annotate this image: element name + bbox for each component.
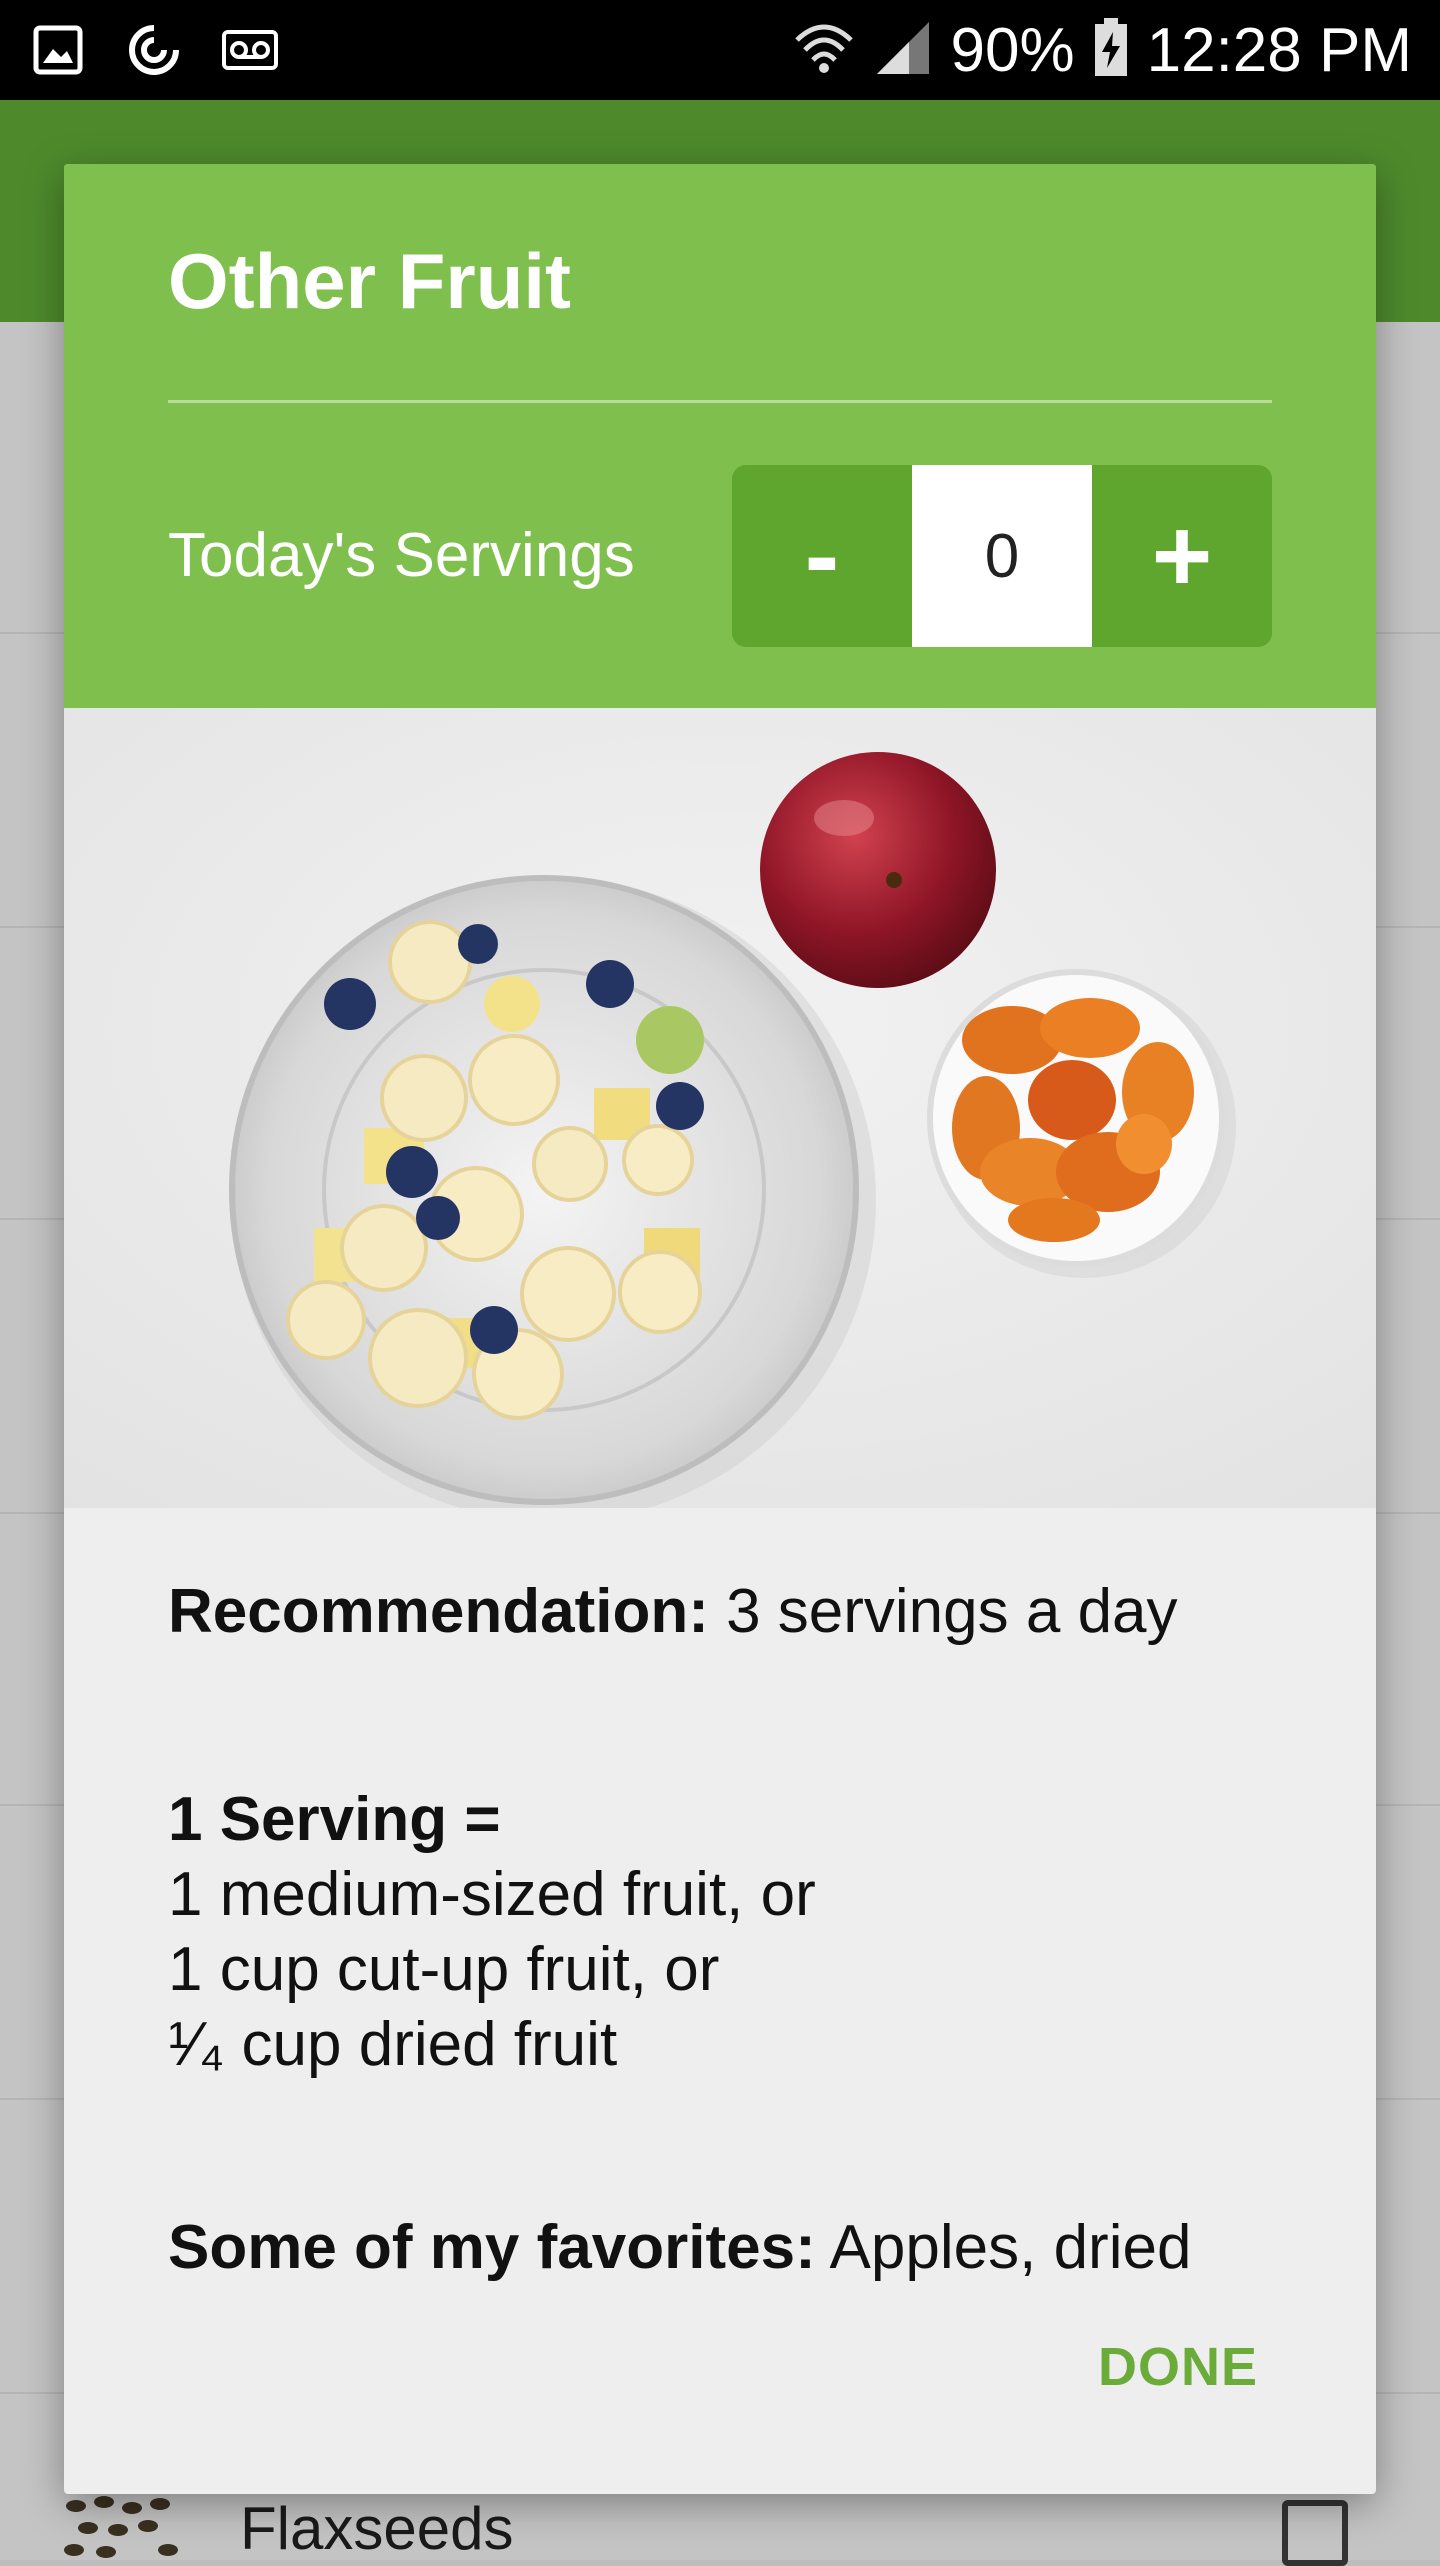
done-button[interactable]: DONE [1098,2336,1258,2398]
dialog-header: Other Fruit Today's Servings - 0 + [64,164,1376,708]
serving-heading: 1 Serving = [168,1785,501,1854]
increment-button[interactable]: + [1092,465,1272,647]
favorites-value: Apples, dried [815,2213,1192,2282]
list-item-label: Flaxseeds [240,2495,514,2562]
voicemail-icon [222,22,278,78]
gallery-icon [30,22,86,78]
battery-percent: 90% [950,15,1075,85]
serving-line: 1 cup cut-up fruit, or [168,1935,720,2004]
recommendation: Recommendation: 3 servings a day [168,1576,1178,1647]
serving-dialog: Other Fruit Today's Servings - 0 + Recom… [64,164,1376,2494]
dialog-title: Other Fruit [168,237,571,325]
recommendation-value: 3 servings a day [708,1577,1178,1646]
battery-charging-icon [1093,17,1129,83]
favorites-label: Some of my favorites: [168,2213,816,2282]
favorites: Some of my favorites: Apples, dried [168,2212,1191,2283]
fruit-photo [64,708,1376,1508]
servings-label: Today's Servings [168,521,635,590]
signal-icon [873,18,933,83]
decrement-button[interactable]: - [732,465,912,647]
sync-icon [126,22,182,78]
status-bar: 90% 12:28 PM [0,0,1440,100]
servings-stepper: - 0 + [732,465,1272,647]
serving-line: ¹⁄₄ cup dried fruit [168,2010,618,2079]
flaxseeds-icon [62,2494,182,2560]
recommendation-label: Recommendation: [168,1577,709,1646]
clock: 12:28 PM [1146,15,1412,85]
serving-line: 1 medium-sized fruit, or [168,1860,816,1929]
serving-definition: 1 Serving = 1 medium-sized fruit, or 1 c… [168,1782,816,2082]
wifi-icon [793,18,855,83]
header-divider [168,400,1272,403]
list-item-checkbox[interactable] [1282,2500,1348,2566]
servings-count: 0 [912,465,1092,647]
